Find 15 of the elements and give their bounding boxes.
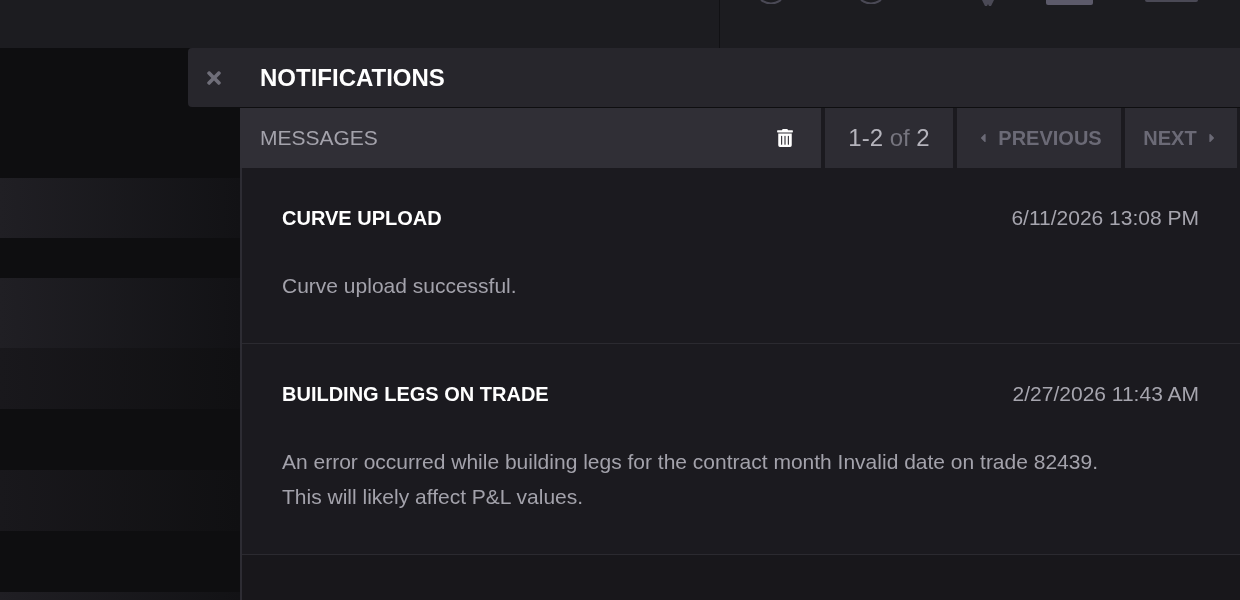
toolbar-button[interactable] (1046, 0, 1093, 5)
notification-time: 6/11/2026 13:08 PM (1011, 206, 1199, 230)
notification-text: Curve upload successful. (282, 273, 518, 299)
section-label: MESSAGES (260, 126, 378, 150)
notification-title: BUILDING LEGS ON TRADE (282, 382, 549, 406)
notification-text: An error occurred while building legs for the contract month Invalid date on trade 82439. This will likely affect P&L values. (282, 449, 1099, 510)
delete-button[interactable] (777, 128, 793, 148)
ring-icon[interactable] (760, 0, 782, 4)
trash-icon (777, 129, 793, 147)
panel-title: NOTIFICATIONS (260, 63, 445, 92)
page-count: 1-2 of 2 (825, 108, 953, 168)
notification-title: CURVE UPLOAD (282, 206, 442, 230)
notification-time: 2/27/2026 11:43 AM (1012, 382, 1199, 406)
ring-icon[interactable] (860, 0, 882, 4)
puzzle-icon[interactable] (982, 0, 994, 6)
